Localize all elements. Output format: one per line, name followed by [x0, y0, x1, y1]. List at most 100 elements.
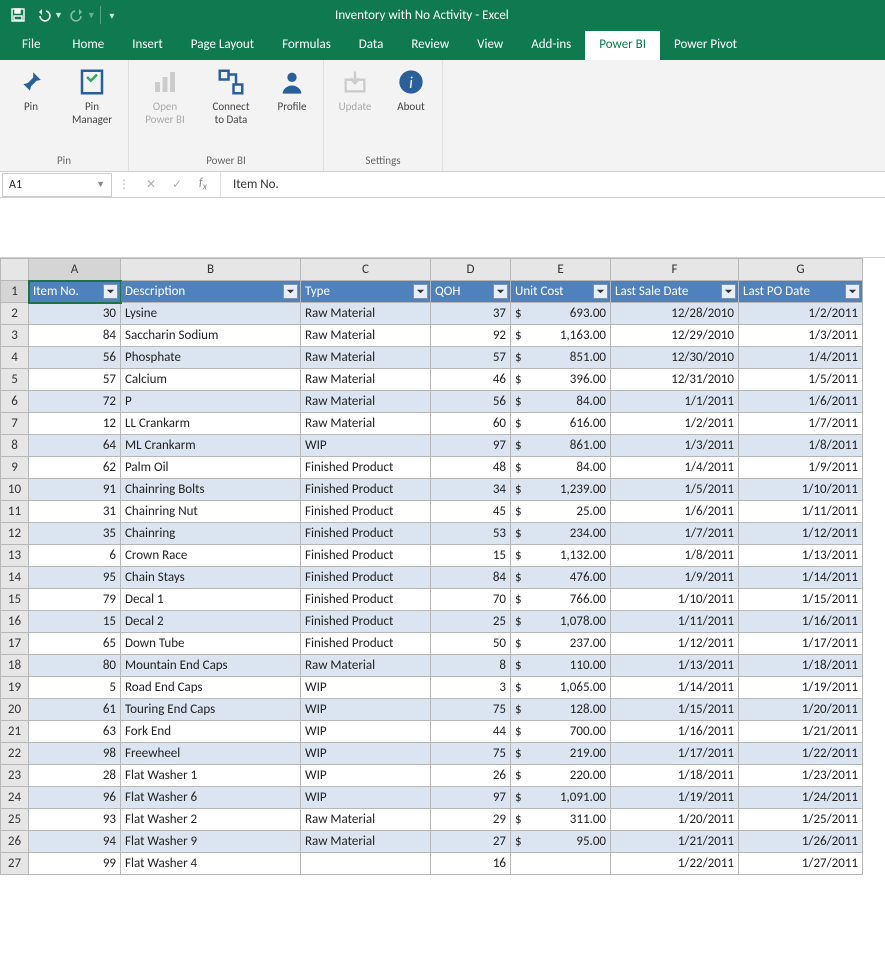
cell[interactable]: Flat Washer 6: [121, 787, 301, 809]
cell[interactable]: Raw Material: [301, 369, 431, 391]
cell[interactable]: 1/3/2011: [739, 325, 863, 347]
table-row[interactable]: 230LysineRaw Material37$693.0012/28/2010…: [1, 303, 863, 325]
cell[interactable]: 70: [431, 589, 511, 611]
cell[interactable]: 94: [29, 831, 121, 853]
cell[interactable]: 1/4/2011: [611, 457, 739, 479]
cell[interactable]: 1/1/2011: [611, 391, 739, 413]
cell[interactable]: Phosphate: [121, 347, 301, 369]
cell[interactable]: 45: [431, 501, 511, 523]
cell[interactable]: 91: [29, 479, 121, 501]
filter-dropdown-icon[interactable]: [103, 284, 118, 299]
cell[interactable]: 96: [29, 787, 121, 809]
cell[interactable]: 12: [29, 413, 121, 435]
cell[interactable]: 1/22/2011: [611, 853, 739, 875]
profile-button[interactable]: Profile: [267, 66, 317, 113]
table-row[interactable]: 1235ChainringFinished Product53$234.001/…: [1, 523, 863, 545]
filter-dropdown-icon[interactable]: [413, 284, 428, 299]
cell[interactable]: 93: [29, 809, 121, 831]
filter-dropdown-icon[interactable]: [493, 284, 508, 299]
cell[interactable]: $1,091.00: [511, 787, 611, 809]
cell[interactable]: 1/20/2011: [611, 809, 739, 831]
table-row[interactable]: 2799Flat Washer 4161/22/20111/27/2011: [1, 853, 863, 875]
cell[interactable]: WIP: [301, 677, 431, 699]
cell[interactable]: 1/12/2011: [739, 523, 863, 545]
cell[interactable]: 1/8/2011: [611, 545, 739, 567]
cell[interactable]: Decal 1: [121, 589, 301, 611]
cell[interactable]: 62: [29, 457, 121, 479]
cell[interactable]: 1/21/2011: [611, 831, 739, 853]
cell[interactable]: 6: [29, 545, 121, 567]
cell[interactable]: $237.00: [511, 633, 611, 655]
cell[interactable]: 65: [29, 633, 121, 655]
cell[interactable]: Finished Product: [301, 589, 431, 611]
row-header[interactable]: 15: [1, 589, 29, 611]
cell[interactable]: 1/2/2011: [739, 303, 863, 325]
cell[interactable]: 1/14/2011: [739, 567, 863, 589]
row-header[interactable]: 8: [1, 435, 29, 457]
select-all-corner[interactable]: [1, 259, 29, 281]
cell[interactable]: 28: [29, 765, 121, 787]
row-header[interactable]: 13: [1, 545, 29, 567]
cell[interactable]: 5: [29, 677, 121, 699]
cell[interactable]: Freewheel: [121, 743, 301, 765]
cell[interactable]: 1/2/2011: [611, 413, 739, 435]
table-header-last-sale-date[interactable]: Last Sale Date: [611, 281, 739, 303]
cell[interactable]: Raw Material: [301, 831, 431, 853]
cell[interactable]: 1/11/2011: [739, 501, 863, 523]
cell[interactable]: 75: [431, 743, 511, 765]
cell[interactable]: 99: [29, 853, 121, 875]
cell[interactable]: Raw Material: [301, 303, 431, 325]
cell[interactable]: Raw Material: [301, 413, 431, 435]
cell[interactable]: $1,132.00: [511, 545, 611, 567]
cell[interactable]: 12/30/2010: [611, 347, 739, 369]
tab-view[interactable]: View: [463, 31, 517, 60]
tab-page-layout[interactable]: Page Layout: [177, 31, 268, 60]
cell[interactable]: Calcium: [121, 369, 301, 391]
cell[interactable]: Raw Material: [301, 655, 431, 677]
undo-dropdown-icon[interactable]: ▼: [54, 10, 63, 21]
row-header[interactable]: 22: [1, 743, 29, 765]
cell[interactable]: $476.00: [511, 567, 611, 589]
cell[interactable]: 1/22/2011: [739, 743, 863, 765]
cell[interactable]: 1/15/2011: [611, 699, 739, 721]
cell[interactable]: 1/9/2011: [739, 457, 863, 479]
column-header-A[interactable]: A: [29, 259, 121, 281]
table-row[interactable]: 136Crown RaceFinished Product15$1,132.00…: [1, 545, 863, 567]
table-row[interactable]: 2694Flat Washer 9Raw Material27$95.001/2…: [1, 831, 863, 853]
cell[interactable]: WIP: [301, 699, 431, 721]
cell[interactable]: 1/26/2011: [739, 831, 863, 853]
table-row[interactable]: 2328Flat Washer 1WIP26$220.001/18/20111/…: [1, 765, 863, 787]
cell[interactable]: 72: [29, 391, 121, 413]
cell[interactable]: 1/10/2011: [739, 479, 863, 501]
tab-file[interactable]: File: [4, 31, 58, 60]
cell[interactable]: 97: [431, 787, 511, 809]
cell[interactable]: 35: [29, 523, 121, 545]
cell[interactable]: Flat Washer 9: [121, 831, 301, 853]
table-row[interactable]: 1880Mountain End CapsRaw Material8$110.0…: [1, 655, 863, 677]
row-header[interactable]: 14: [1, 567, 29, 589]
row-header[interactable]: 18: [1, 655, 29, 677]
pin-manager-button[interactable]: PinManager: [62, 66, 122, 126]
cell[interactable]: $1,163.00: [511, 325, 611, 347]
cell[interactable]: $311.00: [511, 809, 611, 831]
cell[interactable]: 98: [29, 743, 121, 765]
undo-icon[interactable]: [32, 3, 56, 27]
row-header[interactable]: 20: [1, 699, 29, 721]
cell[interactable]: $110.00: [511, 655, 611, 677]
name-box-dropdown-icon[interactable]: ▼: [96, 179, 105, 190]
row-header[interactable]: 4: [1, 347, 29, 369]
cell[interactable]: WIP: [301, 743, 431, 765]
cell[interactable]: 79: [29, 589, 121, 611]
cell[interactable]: 3: [431, 677, 511, 699]
row-header[interactable]: 17: [1, 633, 29, 655]
column-header-E[interactable]: E: [511, 259, 611, 281]
cell[interactable]: ML Crankarm: [121, 435, 301, 457]
cell[interactable]: 1/27/2011: [739, 853, 863, 875]
cell[interactable]: WIP: [301, 721, 431, 743]
cell[interactable]: 61: [29, 699, 121, 721]
cell[interactable]: Crown Race: [121, 545, 301, 567]
worksheet[interactable]: ABCDEFG1Item No.DescriptionTypeQOHUnit C…: [0, 258, 885, 875]
table-header-qoh[interactable]: QOH: [431, 281, 511, 303]
formula-input[interactable]: Item No.: [220, 172, 885, 197]
save-icon[interactable]: [6, 3, 30, 27]
